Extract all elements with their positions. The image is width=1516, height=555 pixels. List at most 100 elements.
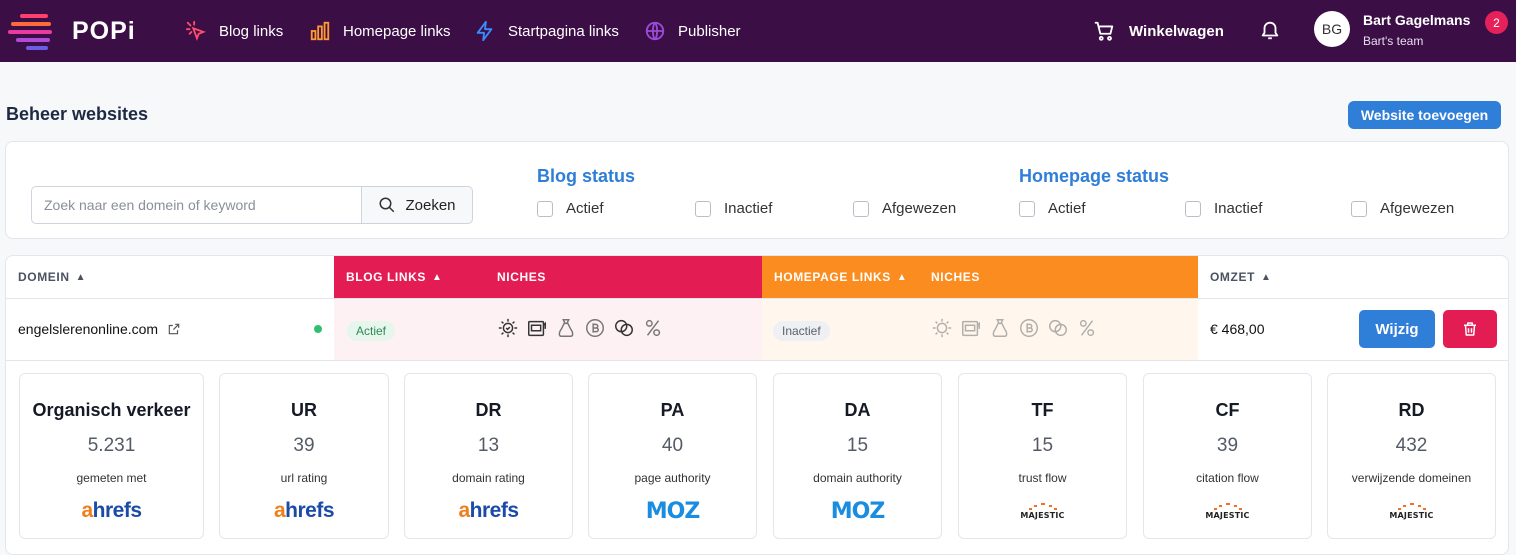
bitcoin-icon[interactable] [584, 317, 606, 339]
metric-card-rd: RD 432 verwijzende domeinen MAJESTIC [1327, 373, 1496, 539]
metric-title: RD [1398, 400, 1425, 420]
sort-up-icon: ▲ [896, 271, 908, 283]
trash-icon [1464, 322, 1476, 336]
ahrefs-logo: ahrefs [273, 499, 335, 522]
col-homepage-niches: NICHES [931, 270, 980, 284]
checkbox-label: Actief [566, 200, 604, 217]
checkbox-box[interactable] [1351, 200, 1367, 217]
blog-status-actief-checkbox[interactable]: Actief [537, 200, 604, 217]
metric-subtitle: url rating [280, 471, 328, 485]
percent-tag-icon[interactable] [1076, 317, 1098, 339]
sort-up-icon: ▲ [432, 271, 443, 283]
bitcoin-icon[interactable] [1018, 317, 1040, 339]
col-omzet-sort[interactable]: OMZET ▲ [1210, 256, 1272, 298]
metric-value: 39 [1216, 435, 1239, 456]
metric-title: Organisch verkeer [32, 400, 191, 420]
cart-button[interactable]: Winkelwagen [1092, 0, 1224, 62]
blog-status-afgewezen-checkbox[interactable]: Afgewezen [853, 200, 956, 217]
col-homepage-links-sort[interactable]: HOMEPAGE LINKS ▲ [774, 256, 907, 298]
domain-link[interactable]: engelslerenonline.com [18, 321, 181, 337]
chat-bubbles-icon[interactable] [613, 317, 635, 339]
sun-check-icon[interactable] [931, 317, 953, 339]
percent-tag-icon[interactable] [642, 317, 664, 339]
sort-up-icon: ▲ [75, 271, 87, 283]
notifications-button[interactable] [1259, 19, 1281, 46]
nav-blog-links[interactable]: Blog links [185, 0, 283, 62]
metric-value: 40 [661, 435, 684, 456]
col-blog-links-sort[interactable]: BLOG LINKS ▲ [346, 256, 443, 298]
metric-subtitle: domain authority [813, 471, 902, 485]
blog-status-title: Blog status [537, 166, 636, 186]
nav-startpagina-links[interactable]: Startpagina links [474, 0, 619, 62]
metric-title: TF [1031, 400, 1054, 420]
money-bag-icon[interactable] [555, 317, 577, 339]
delete-button[interactable] [1443, 310, 1497, 348]
nav-homepage-links[interactable]: Homepage links [309, 0, 451, 62]
domain-name: engelslerenonline.com [18, 321, 159, 337]
metric-value: 15 [1031, 435, 1054, 456]
top-navbar: POPi Blog links Homepage links Startpagi… [0, 0, 1516, 62]
money-bag-icon[interactable] [989, 317, 1011, 339]
online-status-dot [314, 325, 322, 333]
majestic-logo: MAJESTIC [959, 497, 1126, 525]
metric-subtitle: page authority [634, 471, 711, 485]
metric-title: PA [660, 400, 685, 420]
homepage-status-badge: Inactief [773, 321, 830, 341]
blog-status-inactief-checkbox[interactable]: Inactief [695, 200, 772, 217]
sun-check-icon[interactable] [497, 317, 519, 339]
majestic-logo: MAJESTIC [1328, 497, 1495, 525]
user-name[interactable]: Bart Gagelmans [1363, 12, 1470, 28]
blog-status-badge: Actief [347, 321, 396, 341]
homepage-status-afgewezen-checkbox[interactable]: Afgewezen [1351, 200, 1454, 217]
checkbox-box[interactable] [853, 200, 869, 217]
external-link-icon[interactable] [167, 322, 181, 336]
homepage-status-actief-checkbox[interactable]: Actief [1019, 200, 1086, 217]
ahrefs-logo: ahrefs [458, 499, 519, 522]
metric-subtitle: gemeten met [76, 471, 147, 485]
checkbox-box[interactable] [695, 200, 711, 217]
metric-title: CF [1215, 400, 1240, 420]
metric-title: DA [844, 400, 871, 420]
user-team: Bart's team [1363, 34, 1424, 48]
checkbox-box[interactable] [1019, 200, 1035, 217]
casino-slot-icon[interactable] [526, 317, 548, 339]
metric-card-ur: UR 39 url rating ahrefs [219, 373, 389, 539]
casino-slot-icon[interactable] [960, 317, 982, 339]
col-domein-sort[interactable]: DOMEIN ▲ [18, 256, 86, 298]
metric-card-organisch-verkeer: Organisch verkeer 5.231 gemeten met ahre… [19, 373, 204, 539]
bell-icon [1261, 21, 1279, 40]
col-domein-label: DOMEIN [18, 270, 70, 284]
shopping-cart-icon [1094, 21, 1114, 41]
metric-card-cf: CF 39 citation flow MAJESTIC [1143, 373, 1312, 539]
homepage-status-inactief-checkbox[interactable]: Inactief [1185, 200, 1262, 217]
checkbox-box[interactable] [537, 200, 553, 217]
globe-icon [645, 21, 665, 41]
search-icon [379, 197, 395, 213]
notification-count-badge: 2 [1485, 11, 1508, 34]
checkbox-box[interactable] [1185, 200, 1201, 217]
moz-logo: MOZ [830, 498, 886, 524]
brand-logo[interactable]: POPi [8, 12, 136, 50]
col-homepage-links-label: HOMEPAGE LINKS [774, 270, 891, 284]
blog-niche-icons [497, 317, 671, 339]
checkbox-label: Afgewezen [882, 200, 957, 217]
majestic-rays-icon [1213, 503, 1242, 510]
search-button[interactable]: Zoeken [361, 186, 473, 224]
homepage-niche-icons [931, 317, 1105, 339]
nav-label: Publisher [678, 22, 741, 40]
chat-bubbles-icon[interactable] [1047, 317, 1069, 339]
add-website-button[interactable]: Website toevoegen [1348, 101, 1501, 129]
nav-publisher[interactable]: Publisher [644, 0, 741, 62]
checkbox-label: Afgewezen [1380, 200, 1455, 217]
nav-label: Startpagina links [508, 22, 619, 40]
omzet-value: € 468,00 [1210, 321, 1265, 337]
col-omzet-label: OMZET [1210, 270, 1255, 284]
search-input[interactable] [31, 186, 362, 224]
brand-name: POPi [72, 16, 136, 45]
edit-button[interactable]: Wijzig [1359, 310, 1435, 348]
metric-subtitle: trust flow [1018, 471, 1067, 485]
cursor-click-icon [185, 20, 206, 41]
user-avatar[interactable]: BG [1314, 11, 1350, 47]
page-title: Beheer websites [6, 104, 149, 124]
cart-label: Winkelwagen [1129, 22, 1224, 40]
